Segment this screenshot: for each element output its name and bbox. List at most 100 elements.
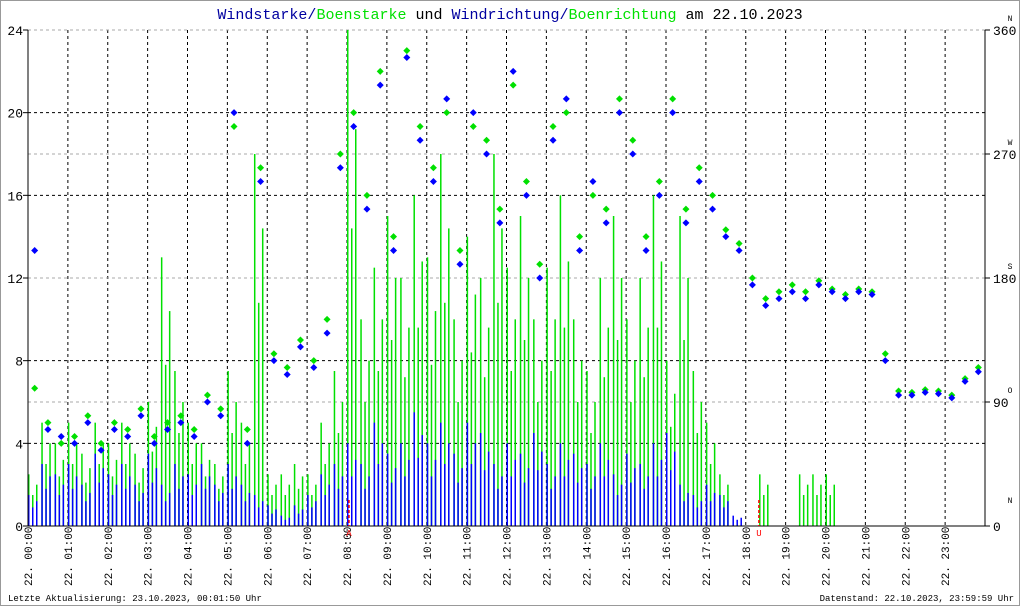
bar-boenstarke xyxy=(253,154,256,526)
bar-windstarke xyxy=(408,459,410,526)
x-tick-label: 22. 01:00 xyxy=(64,527,76,586)
bar-windstarke xyxy=(448,443,450,526)
bar-windstarke xyxy=(620,484,623,526)
right-tick-label: 360 xyxy=(993,24,1016,39)
bar-windstarke xyxy=(554,476,556,526)
bar-windstarke xyxy=(559,443,562,526)
bar-windstarke xyxy=(89,492,91,526)
bar-boenstarke xyxy=(816,495,818,526)
bar-windstarke xyxy=(381,443,384,526)
x-tick-label: 22. 10:00 xyxy=(423,527,435,586)
left-tick-label: 20 xyxy=(7,107,23,122)
bar-windstarke xyxy=(493,464,495,526)
bar-windstarke xyxy=(333,464,336,526)
title-part: Boenrichtung xyxy=(569,7,677,24)
chart-frame xyxy=(0,0,1020,606)
bar-windstarke xyxy=(81,484,83,526)
bar-windstarke xyxy=(660,459,663,526)
bar-boenstarke xyxy=(261,228,264,526)
bar-windstarke xyxy=(164,501,167,526)
bar-windstarke xyxy=(630,482,632,526)
bar-windstarke xyxy=(58,495,61,526)
bar-windstarke xyxy=(311,507,313,526)
bar-windstarke xyxy=(347,443,349,526)
left-tick-label: 0 xyxy=(15,520,23,535)
bar-windstarke xyxy=(151,482,154,526)
title-part: Boenstarke xyxy=(316,7,406,24)
bar-windstarke xyxy=(208,476,211,526)
chart-svg: Windstarke/Boenstarke und Windrichtung/B… xyxy=(0,0,1020,606)
title-part: / xyxy=(307,7,316,24)
x-tick-label: 22. 23:00 xyxy=(941,527,953,586)
bar-windstarke xyxy=(160,484,163,526)
bar-boenstarke xyxy=(763,495,765,526)
bar-windstarke xyxy=(483,470,486,526)
bar-boenstarke xyxy=(829,495,831,526)
bar-windstarke xyxy=(324,495,326,526)
x-tick-label: 22. 20:00 xyxy=(822,527,834,586)
bar-windstarke xyxy=(594,476,596,526)
bar-windstarke xyxy=(368,476,370,526)
bar-windstarke xyxy=(200,464,203,526)
bar-windstarke xyxy=(506,443,508,526)
footer-last-update: Letzte Aktualisierung: 23.10.2023, 00:01… xyxy=(8,594,262,604)
bar-windstarke xyxy=(107,474,110,526)
x-tick-label: 22. 04:00 xyxy=(184,527,196,586)
bar-windstarke xyxy=(121,464,123,526)
bar-windstarke xyxy=(218,501,220,526)
x-tick-label: 22. 17:00 xyxy=(702,527,714,586)
bar-windstarke xyxy=(404,476,406,526)
bar-boenstarke xyxy=(767,484,769,526)
bar-windstarke xyxy=(253,495,256,526)
left-tick-label: 8 xyxy=(15,355,23,370)
sun-marker-label: U xyxy=(756,529,761,539)
right-tick-label: 180 xyxy=(993,272,1016,287)
bar-boenstarke xyxy=(257,302,260,526)
bar-windstarke xyxy=(576,482,579,526)
bar-windstarke xyxy=(616,495,619,526)
bar-windstarke xyxy=(434,459,437,526)
bar-windstarke xyxy=(36,501,38,526)
bar-windstarke xyxy=(373,422,376,526)
compass-label: O xyxy=(1008,387,1013,396)
x-tick-label: 22. 00:00 xyxy=(24,527,36,586)
bar-windstarke xyxy=(293,505,296,526)
bar-windstarke xyxy=(360,464,362,526)
bar-windstarke xyxy=(227,464,229,526)
x-tick-label: 22. 16:00 xyxy=(662,527,674,586)
bar-windstarke xyxy=(67,464,70,526)
bar-windstarke xyxy=(572,453,575,526)
bar-windstarke xyxy=(612,474,615,526)
bar-boenstarke xyxy=(820,484,822,526)
compass-label: S xyxy=(1008,263,1013,272)
bar-windstarke xyxy=(280,515,283,526)
bar-windstarke xyxy=(713,492,716,526)
bar-windstarke xyxy=(257,507,260,526)
left-tick-label: 4 xyxy=(15,437,23,452)
x-tick-label: 22. 22:00 xyxy=(901,527,913,586)
x-tick-label: 22. 06:00 xyxy=(263,527,275,586)
bar-windstarke xyxy=(54,474,57,526)
bar-windstarke xyxy=(723,507,725,526)
left-tick-label: 12 xyxy=(7,272,23,287)
x-tick-label: 22. 14:00 xyxy=(582,527,594,586)
bar-windstarke xyxy=(740,517,742,526)
bar-windstarke xyxy=(599,443,602,526)
bar-windstarke xyxy=(656,476,659,526)
bar-windstarke xyxy=(563,476,566,526)
bar-windstarke xyxy=(134,484,136,526)
x-tick-label: 22. 05:00 xyxy=(223,527,235,586)
bar-windstarke xyxy=(413,412,415,526)
bar-windstarke xyxy=(679,484,681,526)
x-tick-label: 22. 09:00 xyxy=(383,527,395,586)
bar-windstarke xyxy=(541,451,543,526)
bar-windstarke xyxy=(320,474,322,526)
right-tick-label: 270 xyxy=(993,148,1016,163)
bar-windstarke xyxy=(377,464,380,526)
bar-windstarke xyxy=(652,443,655,526)
bar-windstarke xyxy=(466,422,469,526)
bar-windstarke xyxy=(62,484,65,526)
title-part: Windstarke xyxy=(217,7,307,24)
bar-windstarke xyxy=(49,476,51,526)
bar-windstarke xyxy=(267,505,269,526)
